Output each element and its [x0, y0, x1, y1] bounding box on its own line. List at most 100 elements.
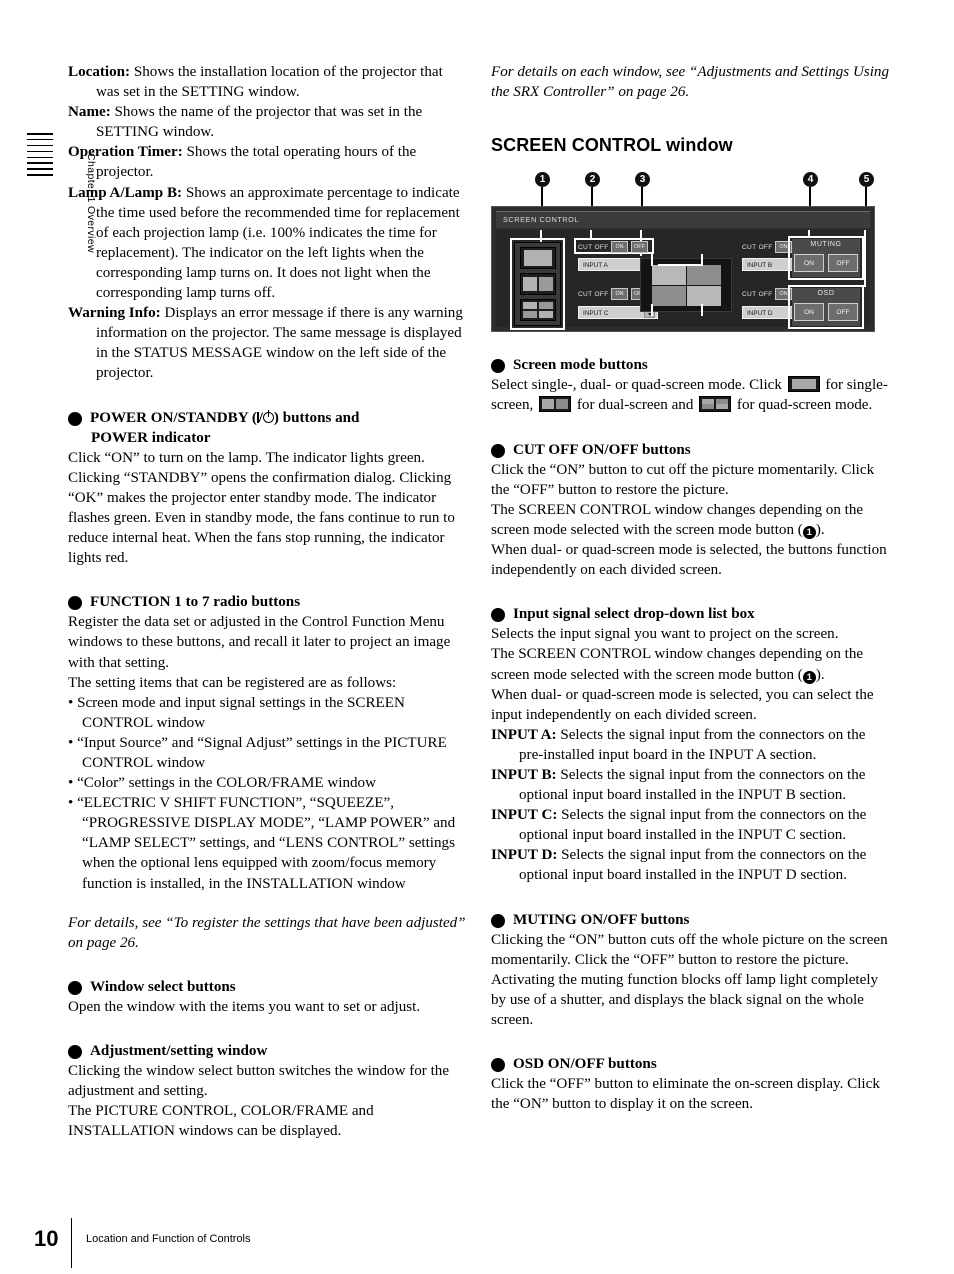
preview-quadrant-3 — [652, 286, 686, 306]
fig-item-3-heading-text: Input signal select drop-down list box — [513, 606, 755, 623]
input-a-value: INPUT A — [583, 261, 608, 269]
dual-screen-button[interactable] — [520, 273, 556, 295]
muting-panel: MUTING ON OFF — [792, 239, 860, 277]
circled-number-icon: 7 — [61, 1045, 82, 1060]
circled-number-inline-icon: 1 — [802, 670, 816, 684]
cut-off-a-on-button[interactable]: ON — [611, 241, 628, 253]
page-footer: 10 Location and Function of Controls — [0, 1218, 954, 1274]
bullet-text: “ELECTRIC V SHIFT FUNCTION”, “SQUEEZE”, … — [77, 795, 456, 892]
item-7-body2: The PICTURE CONTROL, COLOR/FRAME and INS… — [68, 1103, 374, 1140]
window-titlebar: SCREEN CONTROL — [496, 211, 870, 228]
fig-item-4-heading: 4 MUTING ON/OFF buttons — [484, 910, 889, 930]
item1-text-d: for quad-screen mode. — [733, 397, 873, 414]
cut-off-label-a: CUT OFF — [578, 244, 609, 251]
item-5-bullet-3: • “Color” settings in the COLOR/FRAME wi… — [68, 775, 376, 792]
cut-off-label-b: CUT OFF — [742, 244, 773, 251]
osd-off-button[interactable]: OFF — [828, 303, 858, 321]
fig-item-2-body-d: When dual- or quad-screen mode is select… — [491, 542, 887, 579]
input-b-value: INPUT B — [747, 261, 773, 269]
definition-term: INPUT B: — [491, 766, 557, 783]
circled-number-inline-icon: 1 — [802, 525, 816, 539]
footer-divider — [71, 1218, 73, 1268]
fig-item-3-body-a: Selects the input signal you want to pro… — [491, 626, 839, 643]
screen-mode-buttons[interactable] — [514, 242, 561, 326]
fig-item-4-body: Clicking the “ON” button cuts off the wh… — [491, 931, 888, 1028]
fig-item-4-heading-text: MUTING ON/OFF buttons — [513, 911, 690, 928]
item-7-body: Clicking the window select button switch… — [68, 1063, 450, 1100]
preview-quadrant-2 — [687, 265, 721, 285]
fig-item-1-heading-text: Screen mode buttons — [513, 357, 648, 374]
input-b-definition: INPUT B: Selects the signal input from t… — [491, 765, 889, 805]
fig-item-3-body-b: The SCREEN CONTROL window changes depend… — [491, 644, 889, 684]
definition-operation-timer: Operation Timer: Shows the total operati… — [68, 142, 466, 182]
cut-off-a-off-button[interactable]: OFF — [631, 241, 648, 253]
chapter-tab: Chapter 1 Overview — [27, 133, 97, 253]
preview-leader-a — [651, 254, 653, 266]
cut-off-group-a: CUT OFF ON OFF — [578, 241, 652, 253]
left-column: Location: Shows the installation locatio… — [61, 62, 466, 1142]
figure-callout-4: 4 — [803, 172, 818, 187]
screen-control-window: SCREEN CONTROL CUT OFF ON OFF INPUT A CU… — [491, 206, 875, 332]
item-4-heading: 4 POWER ON/STANDBY (/) buttons and POWER i… — [61, 408, 466, 448]
item-5-heading: 5 FUNCTION 1 to 7 radio buttons — [61, 592, 466, 612]
definition-term: INPUT D: — [491, 847, 558, 864]
circled-number-icon: 2 — [484, 443, 505, 458]
circled-number-icon: 4 — [61, 411, 82, 426]
item-5-bullet-4: • “ELECTRIC V SHIFT FUNCTION”, “SQUEEZE”… — [68, 795, 456, 892]
item-5-bullet-1: • Screen mode and input signal settings … — [68, 694, 405, 731]
definition-location: Location: Shows the installation locatio… — [68, 62, 466, 102]
item-5-bullet-2: • “Input Source” and “Signal Adjust” set… — [68, 734, 447, 771]
quad-screen-button[interactable] — [520, 299, 556, 321]
single-screen-mode-icon — [787, 376, 820, 393]
fig-item-5-body: Click the “OFF” button to eliminate the … — [491, 1076, 880, 1113]
item3-text-c: ). — [815, 666, 825, 683]
definition-term: Operation Timer: — [68, 144, 183, 161]
fig-item-5-heading-text: OSD ON/OFF buttons — [513, 1056, 657, 1073]
muting-off-button[interactable]: OFF — [828, 254, 858, 272]
item-6-body: Open the window with the items you want … — [68, 998, 421, 1015]
single-screen-button[interactable] — [520, 247, 556, 269]
input-a-definition: INPUT A: Selects the signal input from t… — [491, 725, 889, 765]
osd-on-button[interactable]: ON — [794, 303, 824, 321]
bullet-text: “Color” settings in the COLOR/FRAME wind… — [77, 775, 376, 792]
fig-item-3-body-d: When dual- or quad-screen mode is select… — [491, 686, 874, 723]
figure-callout-1: 1 — [535, 172, 550, 187]
cut-off-c-on-button[interactable]: ON — [611, 288, 628, 300]
item-6-heading-text: Window select buttons — [90, 978, 236, 995]
muting-on-button[interactable]: ON — [794, 254, 824, 272]
definition-term: Location: — [68, 64, 131, 80]
item-4-heading-text-b: ) buttons and — [273, 409, 360, 426]
page-number: 10 — [34, 1226, 59, 1251]
input-d-definition: INPUT D: Selects the signal input from t… — [491, 845, 889, 885]
osd-panel: OSD ON OFF — [792, 288, 860, 326]
inner-leader-5 — [864, 230, 867, 285]
figure-callout-3: 3 — [635, 172, 650, 187]
item-4-heading-line2: POWER indicator — [91, 429, 211, 446]
definition-text: Shows the installation location of the p… — [96, 64, 443, 101]
definition-term: INPUT A: — [491, 726, 557, 743]
bullet-text: “Input Source” and “Signal Adjust” setti… — [77, 734, 447, 771]
definition-term: Name: — [68, 104, 111, 121]
figure-callout-2: 2 — [585, 172, 600, 187]
item-6-heading: 6 Window select buttons — [61, 977, 466, 997]
fig-item-3-heading: 3 Input signal select drop-down list box — [484, 604, 889, 624]
input-d-value: INPUT D — [747, 309, 773, 317]
preview-leader-d — [701, 304, 703, 316]
circled-number-icon: 4 — [484, 913, 505, 928]
definition-text: Shows the name of the projector that was… — [96, 104, 423, 141]
fig-item-2-body-b: The SCREEN CONTROL window changes depend… — [491, 500, 889, 540]
circled-number-icon: 6 — [61, 980, 82, 995]
window-body: CUT OFF ON OFF INPUT A CUT OFF ON OFF IN… — [496, 230, 870, 330]
fig-item-1-heading: 1 Screen mode buttons — [484, 355, 889, 375]
item-7-heading: 7 Adjustment/setting window — [61, 1041, 466, 1061]
item-5-body2: The setting items that can be registered… — [68, 674, 397, 691]
preview-quadrant-1 — [652, 265, 686, 285]
definition-term: Warning Info: — [68, 305, 161, 322]
figure-callout-5: 5 — [859, 172, 874, 187]
fig-item-1-body: Select single-, dual- or quad-screen mod… — [491, 375, 889, 415]
item-5-note: For details, see “To register the settin… — [68, 914, 466, 951]
preview-leader-b — [658, 264, 703, 266]
preview-leader-c — [651, 304, 653, 316]
definition-text: Selects the signal input from the connec… — [519, 807, 867, 844]
definition-warning-info: Warning Info: Displays an error message … — [68, 303, 466, 383]
